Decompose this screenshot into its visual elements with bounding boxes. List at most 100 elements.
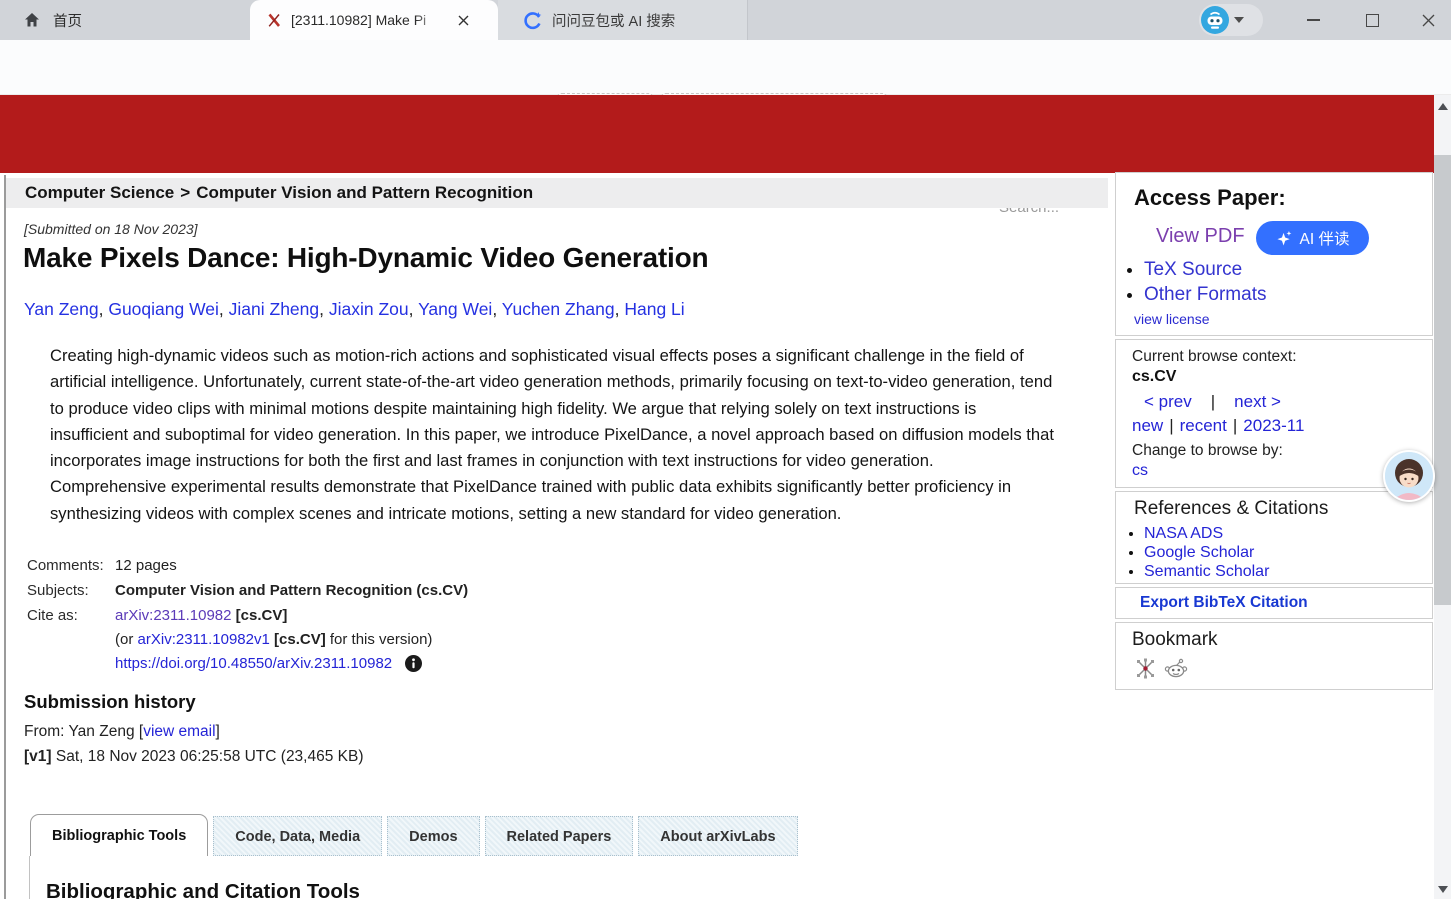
tab-doubao-label: 问问豆包或 AI 搜索 [552,10,675,31]
cite-arxiv-link[interactable]: arXiv:2311.10982 [115,607,231,624]
month-link[interactable]: 2023-11 [1243,416,1304,435]
list-item: NASA ADS [1144,524,1269,543]
info-icon[interactable] [405,655,422,672]
cite-v1-link[interactable]: arXiv:2311.10982v1 [138,631,270,648]
bibsonomy-icon[interactable] [1134,657,1157,680]
help-divider: | [1076,228,1080,245]
tab-home[interactable]: 首页 [0,0,250,40]
browser-window: 首页 [2311.10982] Make Pi 问问豆包或 AI 搜索 [0,0,1451,899]
cite-label: Cite as: [27,607,115,624]
author-link[interactable]: Yang Wei [418,299,492,319]
doi-link[interactable]: https://doi.org/10.48550/arXiv.2311.1098… [115,655,392,672]
list-item: TeX Source [1144,257,1266,282]
submission-v1: [v1] Sat, 18 Nov 2023 06:25:58 UTC (23,4… [24,748,364,766]
tab-home-label: 首页 [53,10,82,31]
scrollbar-down-button[interactable] [1434,881,1451,898]
tab-demos[interactable]: Demos [387,816,479,856]
sparkle-icon [1276,230,1293,247]
scroll-down-icon [1438,886,1448,893]
window-close-button[interactable] [1405,0,1451,40]
reddit-icon[interactable] [1164,657,1188,680]
tab-about-arxivlabs[interactable]: About arXivLabs [638,816,797,856]
tab-title: [2311.10982] Make Pi [291,12,443,28]
chevron-down-icon [1234,17,1244,23]
bookmark-heading: Bookmark [1132,629,1218,651]
doubao-assistant-avatar[interactable] [1383,450,1435,502]
comments-value: 12 pages [115,557,177,574]
subject-name[interactable]: Computer Vision and Pattern Recognition [196,183,533,202]
cite-tag: [cs.CV] [236,607,288,624]
window-left-edge [4,175,6,899]
abstract-text: Creating high-dynamic videos such as mot… [50,343,1054,527]
prev-link[interactable]: < prev [1144,392,1192,411]
tab-doubao-search[interactable]: 问问豆包或 AI 搜索 [498,0,748,40]
recent-link[interactable]: recent [1180,416,1227,435]
maximize-icon [1366,14,1379,27]
access-paper-panel: Access Paper: View PDF AI 伴读 TeX Source … [1115,172,1433,336]
tab-close-icon[interactable] [452,9,474,31]
list-item: Other Formats [1144,282,1266,307]
profile-menu[interactable] [1199,4,1263,36]
meta-subjects: Subjects:Computer Vision and Pattern Rec… [27,582,468,599]
view-pdf-link[interactable]: View PDF [1156,225,1245,248]
other-formats-link[interactable]: Other Formats [1144,284,1266,305]
author-link[interactable]: Yuchen Zhang [502,299,615,319]
ai-reader-label: AI 伴读 [1300,227,1350,249]
scroll-up-icon [1438,103,1448,110]
bookmark-panel: Bookmark [1115,622,1433,690]
tab-bibliographic-tools[interactable]: Bibliographic Tools [30,814,208,856]
meta-cite: Cite as:arXiv:2311.10982 [cs.CV] [27,607,287,624]
submission-from: From: Yan Zeng [view email] [24,723,220,741]
labs-tab-bar: Bibliographic Tools Code, Data, Media De… [30,814,798,856]
subject-section[interactable]: Computer Science [25,183,174,202]
author-link[interactable]: Jiaxin Zou [329,299,409,319]
labs-panel-border [29,856,30,899]
submitted-date: [Submitted on 18 Nov 2023] [24,221,198,237]
arxiv-favicon [266,12,282,28]
tab-code-data-media[interactable]: Code, Data, Media [213,816,382,856]
tab-related-papers[interactable]: Related Papers [485,816,634,856]
submission-history-heading: Submission history [24,691,196,713]
minimize-icon [1307,19,1320,21]
subjects-label: Subjects: [27,582,115,599]
author-link[interactable]: Hang Li [624,299,684,319]
author-link[interactable]: Jiani Zheng [229,299,319,319]
author-link[interactable]: Yan Zeng [24,299,99,319]
meta-cite-version: (or arXiv:2311.10982v1 [cs.CV] for this … [115,631,432,648]
vertical-scrollbar[interactable] [1434,95,1451,899]
window-maximize-button[interactable] [1349,0,1395,40]
list-item: Semantic Scholar [1144,562,1269,581]
ai-reader-button[interactable]: AI 伴读 [1256,221,1369,255]
references-heading: References & Citations [1134,498,1328,520]
cite-v1-tag: [cs.CV] [274,631,326,648]
window-minimize-button[interactable] [1290,0,1336,40]
change-browse-label: Change to browse by: [1132,442,1283,460]
labs-panel-heading: Bibliographic and Citation Tools [46,880,360,899]
browse-cs-link[interactable]: cs [1132,462,1148,480]
nasa-ads-link[interactable]: NASA ADS [1144,525,1223,542]
next-link[interactable]: next > [1234,392,1281,411]
meta-doi: https://doi.org/10.48550/arXiv.2311.1098… [115,655,422,672]
tex-source-link[interactable]: TeX Source [1144,259,1242,280]
view-email-link[interactable]: view email [143,723,215,740]
scrollbar-up-button[interactable] [1434,98,1451,115]
view-license-link[interactable]: view license [1134,311,1209,327]
subjects-value: Computer Vision and Pattern Recognition … [115,582,468,599]
semantic-scholar-link[interactable]: Semantic Scholar [1144,563,1269,580]
tab-arxiv-paper[interactable]: [2311.10982] Make Pi [250,0,498,40]
scrollbar-thumb[interactable] [1434,155,1451,605]
browser-tab-bar: 首页 [2311.10982] Make Pi 问问豆包或 AI 搜索 [0,0,1451,40]
export-bibtex-link[interactable]: Export BibTeX Citation [1140,588,1308,618]
browse-context-value: cs.CV [1132,368,1176,386]
home-icon [22,10,42,30]
new-link[interactable]: new [1132,416,1163,435]
listing-nav: new|recent|2023-11 [1132,416,1304,436]
access-format-list: TeX Source Other Formats [1116,257,1266,307]
help-link[interactable]: Help [1038,228,1069,245]
references-list: NASA ADS Google Scholar Semantic Scholar [1116,524,1269,581]
author-link[interactable]: Guoqiang Wei [108,299,219,319]
google-scholar-link[interactable]: Google Scholar [1144,544,1254,561]
export-bibtex-panel: Export BibTeX Citation [1115,587,1433,619]
prev-next-nav: < prev|next > [1144,392,1281,412]
subject-breadcrumb: Computer Science>Computer Vision and Pat… [6,178,1108,208]
